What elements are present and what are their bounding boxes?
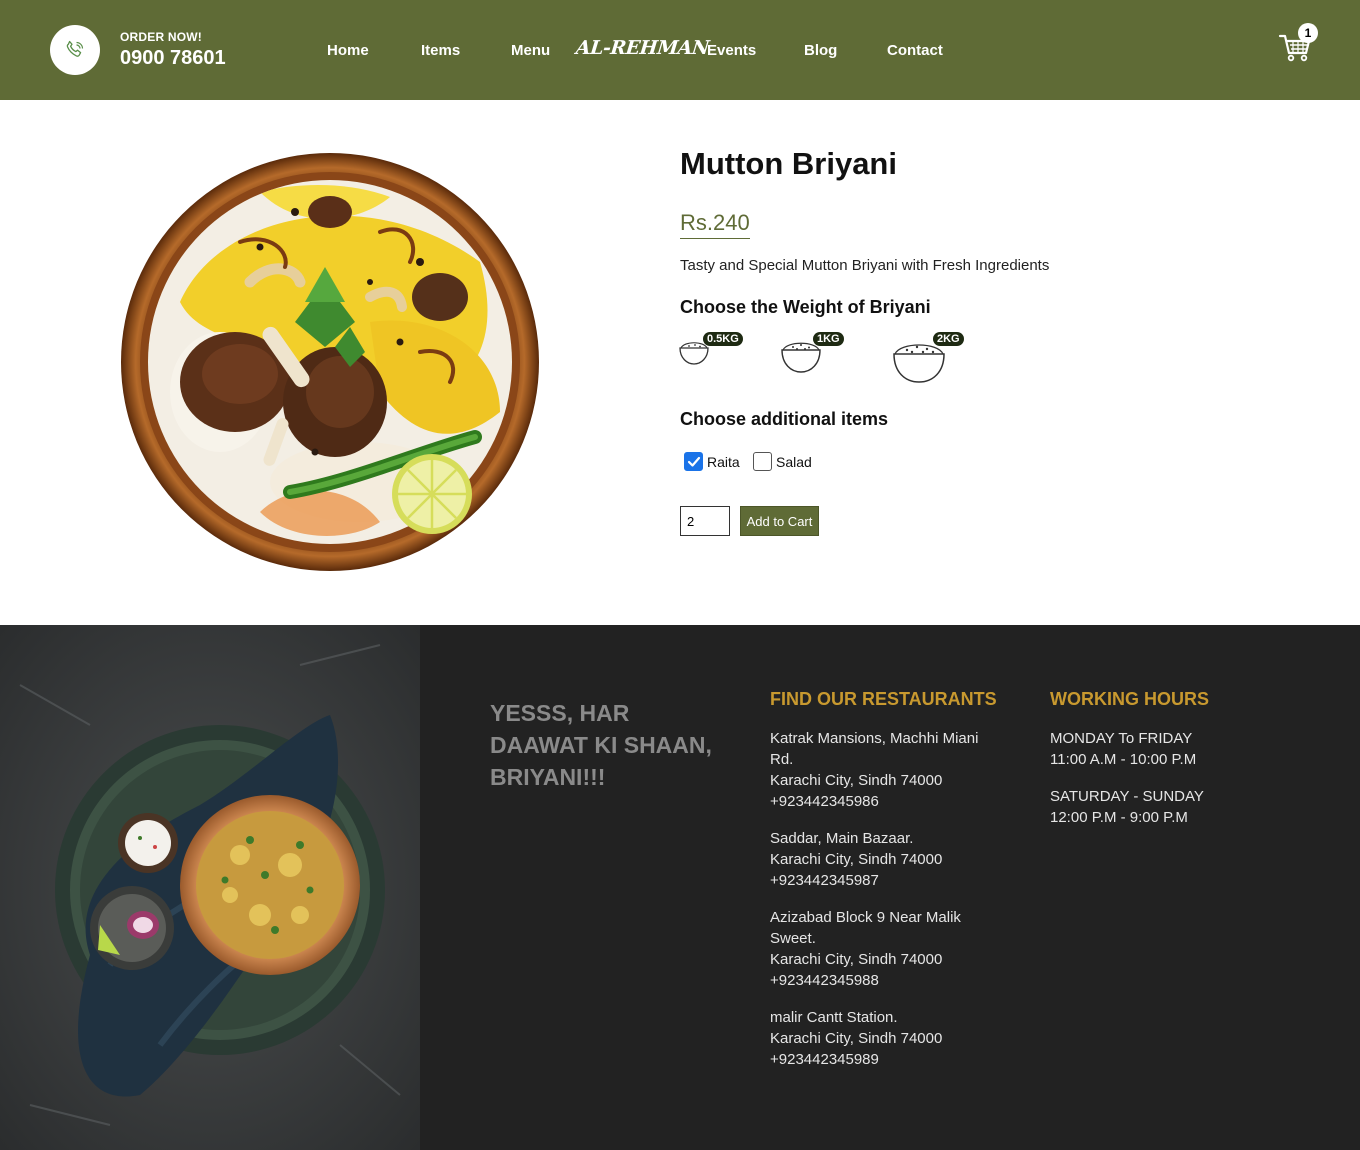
restaurant-address-4: malir Cantt Station. Karachi City, Sindh… (770, 1007, 1000, 1070)
raita-checkbox[interactable] (684, 452, 703, 471)
restaurant-phone[interactable]: +923442345986 (770, 791, 1000, 812)
addon-salad-option[interactable]: Salad (753, 452, 812, 471)
hours-time: 11:00 A.M - 10:00 P.M (1050, 751, 1197, 768)
restaurant-address-2: Saddar, Main Bazaar. Karachi City, Sindh… (770, 828, 1000, 891)
hours-days: MONDAY To FRIDAY (1050, 730, 1193, 747)
tagline-line: BRIYANI!!! (490, 764, 606, 790)
hours-weekdays: MONDAY To FRIDAY 11:00 A.M - 10:00 P.M (1050, 728, 1196, 770)
product-price: Rs.240 (680, 210, 750, 239)
addons-heading: Choose additional items (680, 409, 889, 429)
nav-menu[interactable]: Menu (511, 42, 550, 59)
weight-label: 1KG (813, 332, 844, 346)
product-description: Tasty and Special Mutton Briyani with Fr… (680, 257, 1050, 274)
hours-weekend: SATURDAY - SUNDAY 12:00 P.M - 9:00 P.M (1050, 786, 1204, 828)
nav-contact[interactable]: Contact (887, 42, 943, 59)
site-footer: YESSS, HAR DAAWAT KI SHAAN, BRIYANI!!! F… (0, 625, 1360, 1150)
nav-items[interactable]: Items (421, 42, 460, 59)
restaurant-phone[interactable]: +923442345987 (770, 870, 1000, 891)
weight-option-2kg[interactable]: 2KG (893, 332, 964, 384)
nav-events[interactable]: Events (707, 42, 756, 59)
restaurant-address-3: Azizabad Block 9 Near Malik Sweet. Karac… (770, 907, 1000, 991)
hours-time: 12:00 P.M - 9:00 P.M (1050, 809, 1188, 826)
cart-count-badge: 1 (1298, 23, 1318, 43)
briyani-plate-image (121, 153, 539, 571)
quantity-input[interactable] (680, 506, 730, 536)
salad-label: Salad (776, 453, 812, 470)
hours-days: SATURDAY - SUNDAY (1050, 788, 1204, 805)
weight-heading: Choose the Weight of Briyani (680, 297, 931, 317)
site-header: ORDER NOW! 0900 78601 Home Items Menu AL… (0, 0, 1360, 100)
restaurant-phone[interactable]: +923442345989 (770, 1049, 1000, 1070)
cart-button[interactable]: 1 (1278, 23, 1318, 68)
weight-label: 2KG (933, 332, 964, 346)
restaurants-heading: FIND OUR RESTAURANTS (770, 689, 997, 709)
addon-raita-option[interactable]: Raita (684, 452, 740, 471)
order-now-label: ORDER NOW! (120, 30, 202, 44)
salad-checkbox[interactable] (753, 452, 772, 471)
weight-option-half-kg[interactable]: 0.5KG (679, 332, 743, 366)
brand-logo[interactable]: AL-REHMAN (575, 37, 710, 59)
product-title: Mutton Briyani (680, 146, 897, 181)
hours-heading: WORKING HOURS (1050, 689, 1209, 709)
footer-tagline: YESSS, HAR DAAWAT KI SHAAN, BRIYANI!!! (490, 697, 740, 793)
raita-label: Raita (707, 453, 740, 470)
order-phone-number[interactable]: 0900 78601 (120, 47, 226, 70)
tagline-line: DAAWAT KI SHAAN, (490, 732, 712, 758)
footer-briyani-photo (0, 625, 420, 1150)
restaurant-phone[interactable]: +923442345988 (770, 970, 1000, 991)
restaurant-address-1: Katrak Mansions, Machhi Miani Rd. Karach… (770, 728, 1000, 812)
add-to-cart-button[interactable]: Add to Cart (740, 506, 819, 536)
tagline-line: YESSS, HAR (490, 700, 630, 726)
weight-label: 0.5KG (703, 332, 743, 346)
weight-option-1kg[interactable]: 1KG (781, 332, 844, 374)
phone-icon[interactable] (50, 25, 100, 75)
order-now-block: ORDER NOW! 0900 78601 (120, 30, 226, 70)
nav-home[interactable]: Home (327, 42, 369, 59)
nav-blog[interactable]: Blog (804, 42, 837, 59)
